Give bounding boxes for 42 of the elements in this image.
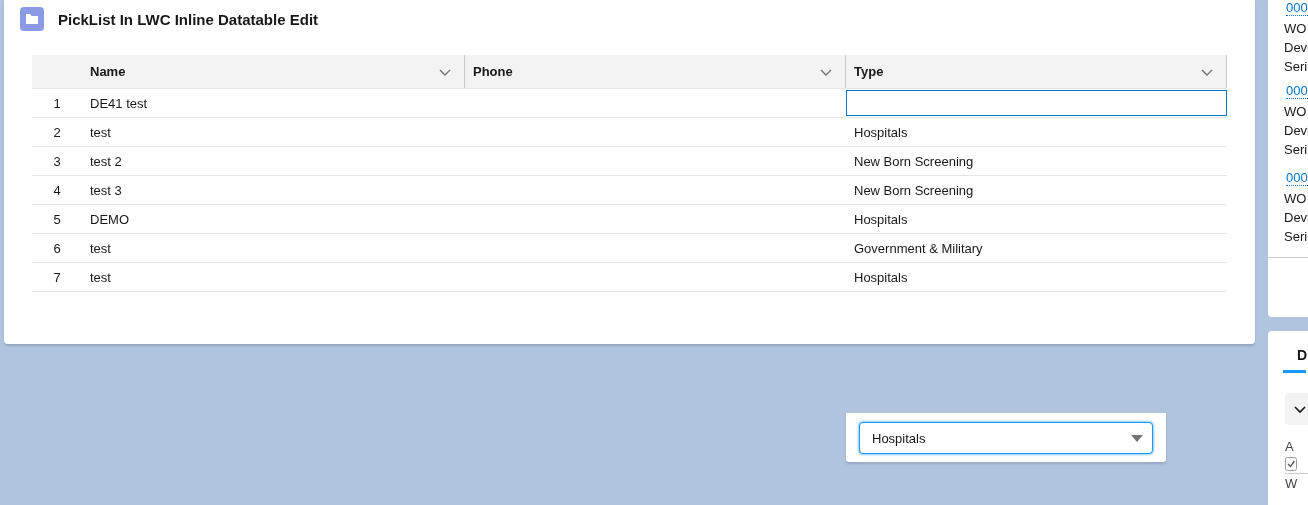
table-cell: test	[82, 262, 465, 292]
table-cell: Hospitals	[854, 211, 908, 227]
table-cell: test	[82, 233, 465, 263]
row-number: 7	[32, 262, 82, 292]
record-field: Seri	[1284, 140, 1308, 159]
row-number: 6	[32, 233, 82, 263]
table-cell: DE41 test	[82, 88, 465, 118]
edited-cell[interactable]	[846, 90, 1227, 116]
picklist-select[interactable]: Hospitals	[859, 422, 1153, 454]
table-cell: Hospitals	[854, 269, 908, 285]
record-field: WO	[1284, 102, 1308, 121]
table-cell: Government & Military	[854, 240, 983, 256]
field-label: W	[1285, 476, 1299, 491]
collapse-button[interactable]	[1285, 393, 1308, 425]
table-cell: test 2	[82, 146, 465, 176]
table-cell: New Born Screening	[854, 153, 974, 169]
table-cell: DEMO	[82, 204, 465, 234]
record-field: WO	[1284, 189, 1308, 208]
row-number: 3	[32, 146, 82, 176]
card-title: PickList In LWC Inline Datatable Edit	[58, 10, 319, 28]
caret-down-icon	[1131, 434, 1143, 442]
folder-icon	[20, 7, 44, 31]
table-cell: test 3	[82, 175, 465, 205]
record-link[interactable]: 000	[1286, 83, 1308, 99]
table-cell: test	[82, 117, 465, 147]
field-label: A	[1285, 439, 1295, 454]
record-field: WO	[1284, 19, 1308, 38]
row-number: 1	[32, 88, 82, 118]
record-link[interactable]: 000	[1286, 0, 1308, 16]
checkbox[interactable]	[1285, 457, 1297, 471]
record-field: Seri	[1284, 57, 1308, 76]
record-field: Seri	[1284, 227, 1308, 246]
column-header[interactable]: Name	[90, 64, 126, 79]
record-link[interactable]: 000	[1286, 170, 1308, 186]
column-header[interactable]: Phone	[473, 64, 513, 79]
row-number: 5	[32, 204, 82, 234]
row-number: 4	[32, 175, 82, 205]
row-number: 2	[32, 117, 82, 147]
tab[interactable]: D	[1283, 339, 1306, 373]
column-header[interactable]: Type	[854, 64, 884, 79]
table-cell: New Born Screening	[854, 182, 974, 198]
table-cell: Hospitals	[854, 124, 908, 140]
